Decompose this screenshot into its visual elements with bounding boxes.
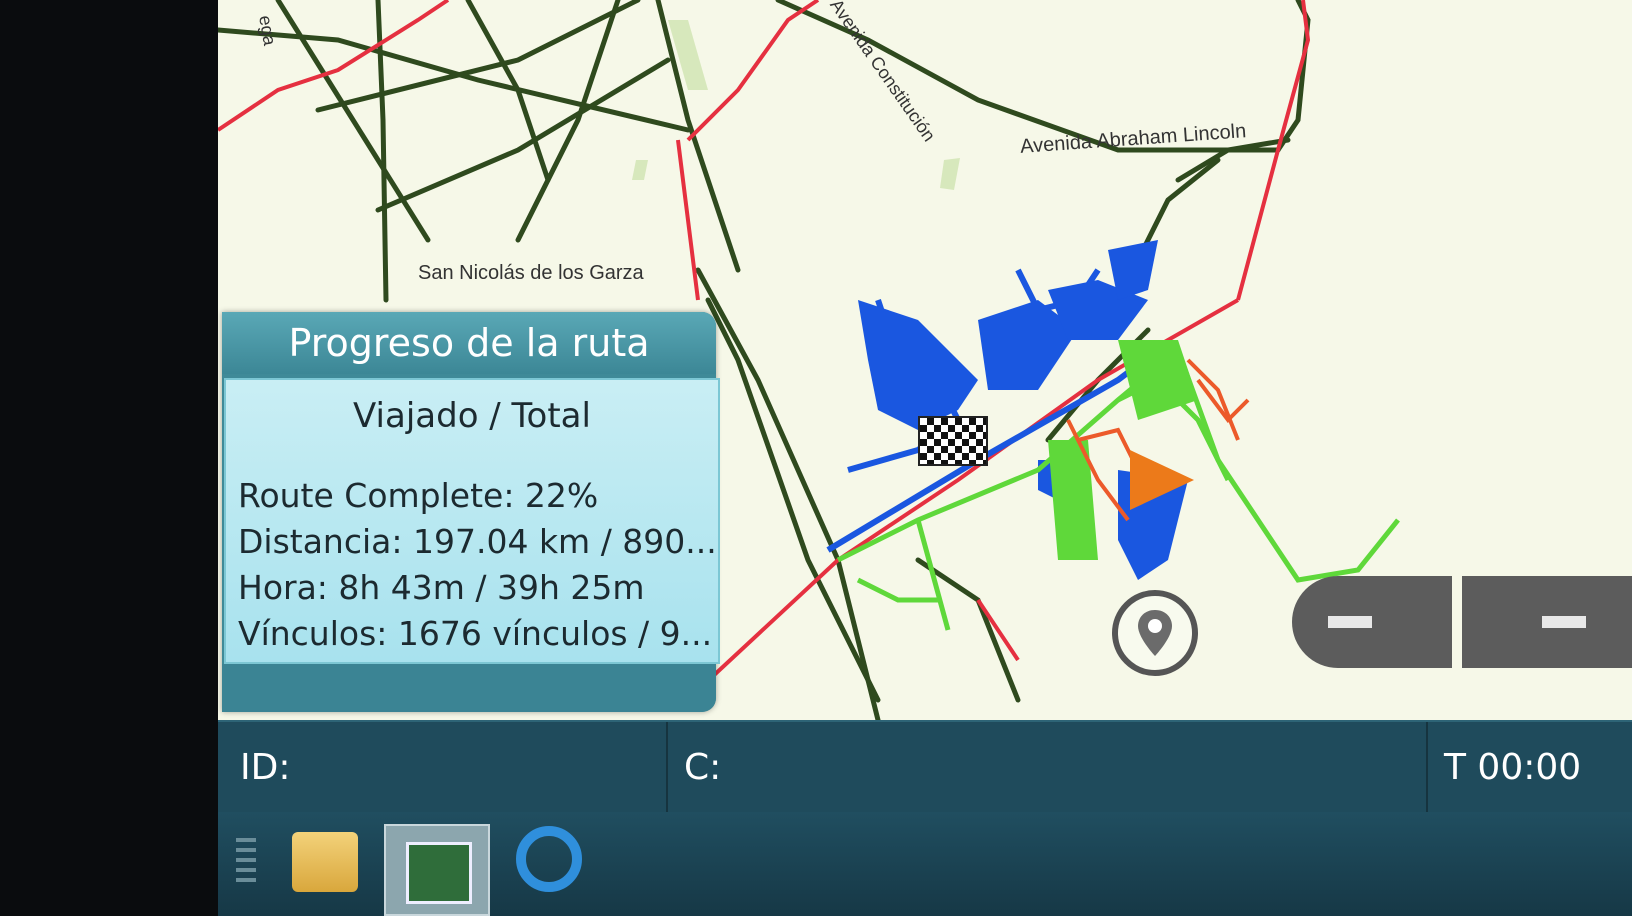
route-complete-text: Route Complete: 22% — [238, 476, 599, 515]
progress-panel-title: Progreso de la ruta — [222, 312, 716, 374]
app-window-inner — [406, 842, 472, 904]
minus-icon — [1542, 616, 1586, 628]
status-id: ID: — [224, 722, 668, 814]
progress-panel-footer — [222, 664, 716, 712]
route-progress-panel: Progreso de la ruta Viajado / Total Rout… — [222, 312, 720, 712]
internet-explorer-icon[interactable] — [516, 826, 582, 892]
current-position-arrow-icon — [1130, 450, 1194, 510]
folder-icon[interactable] — [292, 832, 358, 892]
minus-icon — [1328, 616, 1372, 628]
zoom-in-button[interactable] — [1462, 576, 1632, 668]
app-window: San Nicolás de los Garza Avenida Abraham… — [218, 0, 1632, 916]
zoom-out-button[interactable] — [1292, 576, 1452, 668]
map-view[interactable]: San Nicolás de los Garza Avenida Abraham… — [218, 0, 1632, 720]
finish-flag-icon — [918, 416, 988, 466]
location-pin-icon — [1138, 610, 1172, 656]
taskbar-grip-icon — [236, 838, 256, 882]
progress-panel-body: Viajado / Total Route Complete: 22% Dist… — [224, 378, 720, 664]
distance-text: Distancia: 197.04 km / 890... — [238, 522, 717, 561]
status-time: T 00:00 — [1444, 747, 1582, 788]
status-c: C: — [668, 722, 1428, 814]
locate-button[interactable] — [1112, 590, 1198, 676]
map-label-san-nicolas: San Nicolás de los Garza — [418, 262, 644, 284]
time-text: Hora: 8h 43m / 39h 25m — [238, 568, 645, 607]
status-bar: ID: C: T 00:00 — [218, 720, 1632, 814]
links-text: Vínculos: 1676 vínculos / 9... — [238, 614, 713, 653]
taskbar — [218, 812, 1632, 916]
progress-panel-subtitle: Viajado / Total — [353, 396, 591, 436]
app-window-icon[interactable] — [384, 824, 490, 916]
